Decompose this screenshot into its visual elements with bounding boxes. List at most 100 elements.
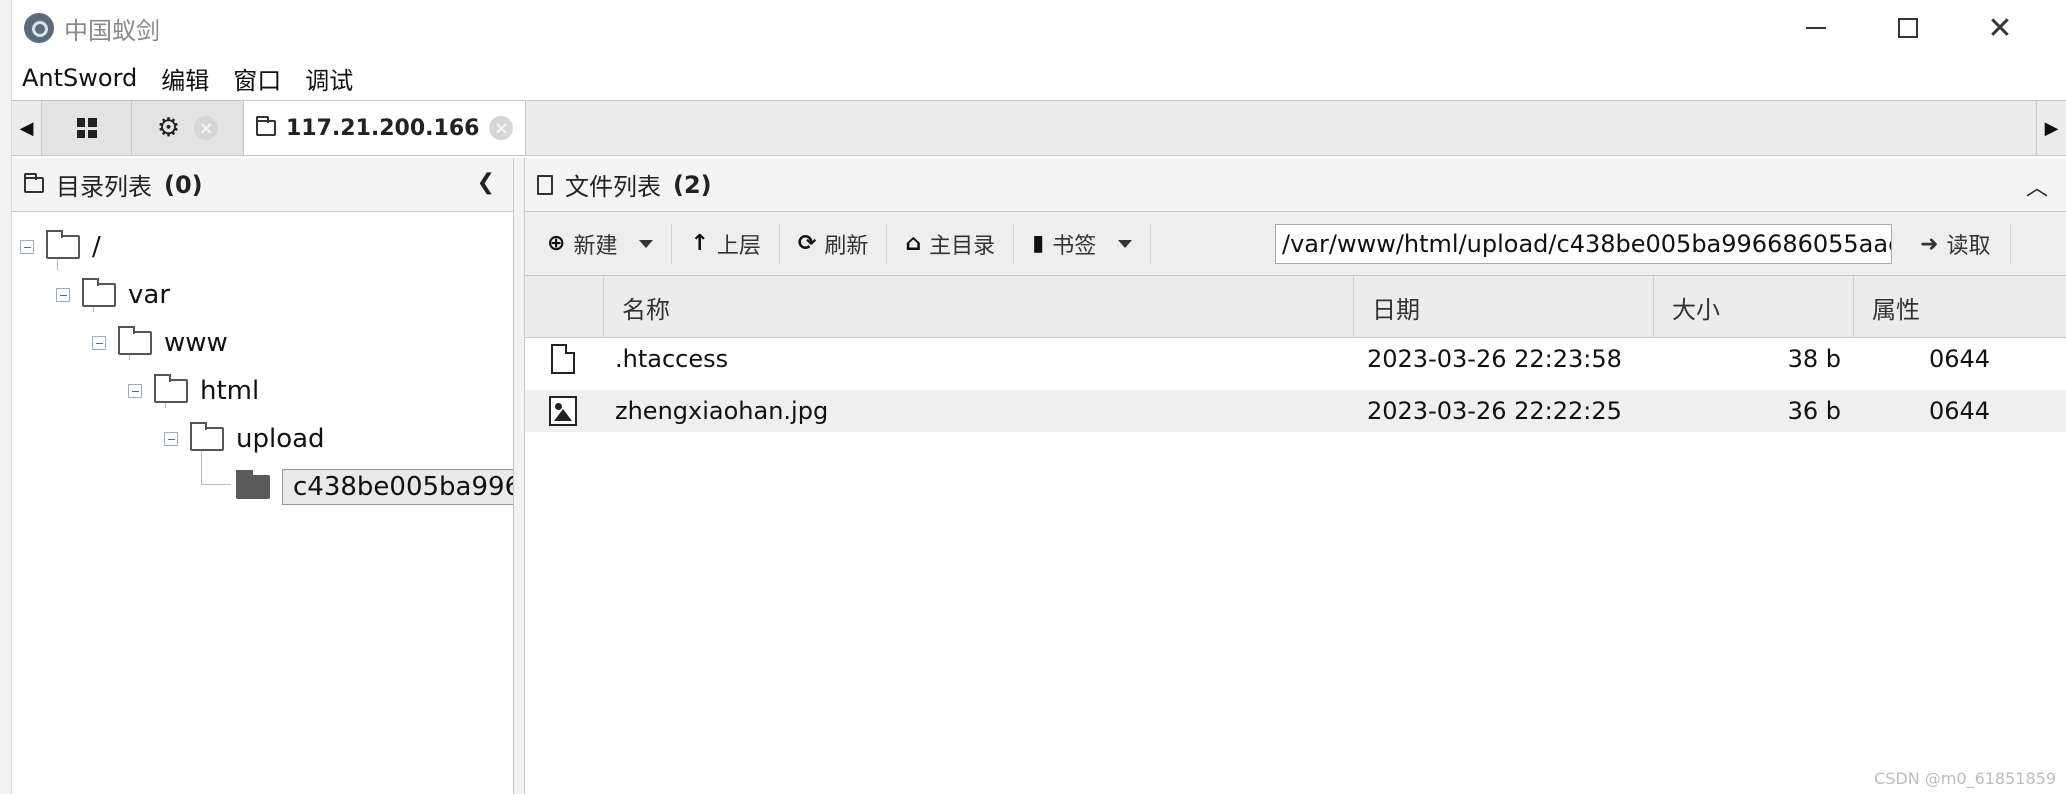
gear-icon: ⚙ <box>156 113 181 143</box>
folder-icon <box>154 374 188 403</box>
maximize-button[interactable] <box>1862 0 1954 56</box>
folder-icon <box>256 116 276 136</box>
tree-node-selected-folder[interactable]: c438be005ba996686 <box>236 466 513 508</box>
arrow-right-icon: ➜ <box>1920 231 1939 257</box>
file-permissions: 0644 <box>1929 397 1991 425</box>
tab-settings[interactable]: ⚙ × <box>132 101 244 155</box>
tree-node-www[interactable]: www <box>92 322 228 364</box>
tree-node-label: upload <box>236 424 325 454</box>
directory-panel-title: 目录列表 <box>56 173 152 201</box>
tree-node-label: www <box>164 328 228 358</box>
path-input[interactable]: /var/www/html/upload/c438be005ba99668605… <box>1275 224 1892 264</box>
collapse-toggle-icon[interactable] <box>20 240 34 254</box>
panel-splitter[interactable] <box>514 158 524 794</box>
menu-debug[interactable]: 调试 <box>305 61 353 96</box>
tab-close-icon[interactable]: × <box>489 116 514 140</box>
read-label: 读取 <box>1946 234 1991 259</box>
chevron-down-icon <box>639 239 654 248</box>
file-toolbar: ⊕ 新建 ↑ 上层 ⟳ 刷新 ⌂ 主目录 ▮ 书签 /var/www/html/… <box>525 212 2066 276</box>
file-row[interactable]: zhengxiaohan.jpg 2023-03-26 22:22:25 36 … <box>525 390 2066 432</box>
antsword-logo-icon <box>24 13 54 43</box>
menu-antsword[interactable]: AntSword <box>22 64 137 92</box>
close-icon: ✕ <box>1987 10 2013 46</box>
tree-node-var[interactable]: var <box>56 274 170 316</box>
antsword-window: 中国蚁剑 ✕ AntSword 编辑 窗口 调试 ◀ ⚙ × 117.21.20… <box>0 0 2066 794</box>
collapse-up-icon[interactable]: ︿ <box>2026 170 2048 202</box>
tab-shell-connection[interactable]: 117.21.200.166 × <box>244 101 527 155</box>
column-permissions[interactable]: 属性 <box>1853 276 2053 338</box>
collapse-left-icon[interactable]: ❮ <box>477 170 495 195</box>
chevron-down-icon <box>1118 239 1133 248</box>
tree-node-upload[interactable]: upload <box>164 418 325 460</box>
refresh-button[interactable]: ⟳ 刷新 <box>780 223 888 264</box>
maximize-icon <box>1898 18 1918 38</box>
tree-node-label: var <box>128 280 171 310</box>
folder-icon <box>46 230 80 259</box>
home-label: 主目录 <box>929 233 996 259</box>
up-level-button[interactable]: ↑ 上层 <box>672 223 780 264</box>
menu-edit[interactable]: 编辑 <box>161 61 209 96</box>
file-table-header: 名称 日期 大小 属性 <box>525 276 2066 338</box>
collapse-toggle-icon[interactable] <box>56 288 70 302</box>
tab-home[interactable] <box>42 101 132 155</box>
bookmark-button[interactable]: ▮ 书签 <box>1014 223 1152 264</box>
column-name[interactable]: 名称 <box>603 276 1353 338</box>
collapse-toggle-icon[interactable] <box>164 432 178 446</box>
folder-icon <box>118 326 152 355</box>
file-date: 2023-03-26 22:22:25 <box>1367 397 1622 425</box>
caret-right-icon: ▶ <box>2044 117 2059 139</box>
file-name: zhengxiaohan.jpg <box>615 397 829 425</box>
file-size: 38 b <box>1787 345 1841 373</box>
tree-node-root[interactable]: / <box>20 226 101 268</box>
tab-scroll-left-button[interactable]: ◀ <box>12 101 42 155</box>
image-file-icon <box>549 396 577 426</box>
tree-node-label: c438be005ba996686 <box>282 469 513 505</box>
tree-node-html[interactable]: html <box>128 370 259 412</box>
caret-left-icon: ◀ <box>19 117 34 139</box>
plus-circle-icon: ⊕ <box>547 231 566 256</box>
watermark: CSDN @m0_61851859 <box>1874 769 2056 788</box>
file-icon <box>551 344 575 374</box>
column-size[interactable]: 大小 <box>1653 276 1853 338</box>
arrow-up-icon: ↑ <box>690 231 709 256</box>
folder-icon <box>190 422 224 451</box>
file-date: 2023-03-26 22:23:58 <box>1367 345 1622 373</box>
minimize-icon <box>1806 27 1826 29</box>
file-permissions: 0644 <box>1929 345 1991 373</box>
file-count: (2) <box>673 170 712 199</box>
up-label: 上层 <box>716 233 761 259</box>
tab-bar: ◀ ⚙ × 117.21.200.166 × ▶ <box>12 100 2066 156</box>
file-row[interactable]: .htaccess 2023-03-26 22:23:58 38 b 0644 <box>525 338 2066 380</box>
new-button[interactable]: ⊕ 新建 <box>547 223 673 264</box>
menu-window[interactable]: 窗口 <box>233 61 281 96</box>
file-panel: 文件列表 (2) ︿ ⊕ 新建 ↑ 上层 ⟳ 刷新 ⌂ 主目录 ▮ 书签 /va… <box>524 158 2066 794</box>
window-edge <box>0 0 12 794</box>
bookmark-icon: ▮ <box>1032 231 1045 256</box>
tree-node-label: / <box>92 232 101 262</box>
tree-node-label: html <box>200 376 260 406</box>
bookmark-label: 书签 <box>1052 233 1097 259</box>
home-dir-button[interactable]: ⌂ 主目录 <box>887 223 1015 264</box>
collapse-toggle-icon[interactable] <box>92 336 106 350</box>
folder-icon <box>82 278 116 307</box>
folder-icon <box>24 172 44 193</box>
new-label: 新建 <box>573 233 618 259</box>
column-date[interactable]: 日期 <box>1353 276 1653 338</box>
tab-close-icon[interactable]: × <box>194 116 219 140</box>
refresh-icon: ⟳ <box>797 231 817 256</box>
icon-column-header <box>525 276 603 338</box>
directory-panel-header: 目录列表 (0) ❮ <box>12 158 513 212</box>
file-size: 36 b <box>1787 397 1841 425</box>
file-name: .htaccess <box>615 345 729 373</box>
directory-count: (0) <box>164 170 203 199</box>
grid-icon <box>76 118 97 138</box>
tab-scroll-right-button[interactable]: ▶ <box>2036 101 2066 155</box>
window-title: 中国蚁剑 <box>64 16 160 45</box>
refresh-label: 刷新 <box>824 233 869 259</box>
close-button[interactable]: ✕ <box>1954 0 2046 56</box>
read-button[interactable]: ➜ 读取 <box>1900 224 2012 264</box>
collapse-toggle-icon[interactable] <box>128 384 142 398</box>
tab-label: 117.21.200.166 <box>286 115 480 141</box>
minimize-button[interactable] <box>1770 0 1862 56</box>
window-controls: ✕ <box>1770 0 2046 56</box>
